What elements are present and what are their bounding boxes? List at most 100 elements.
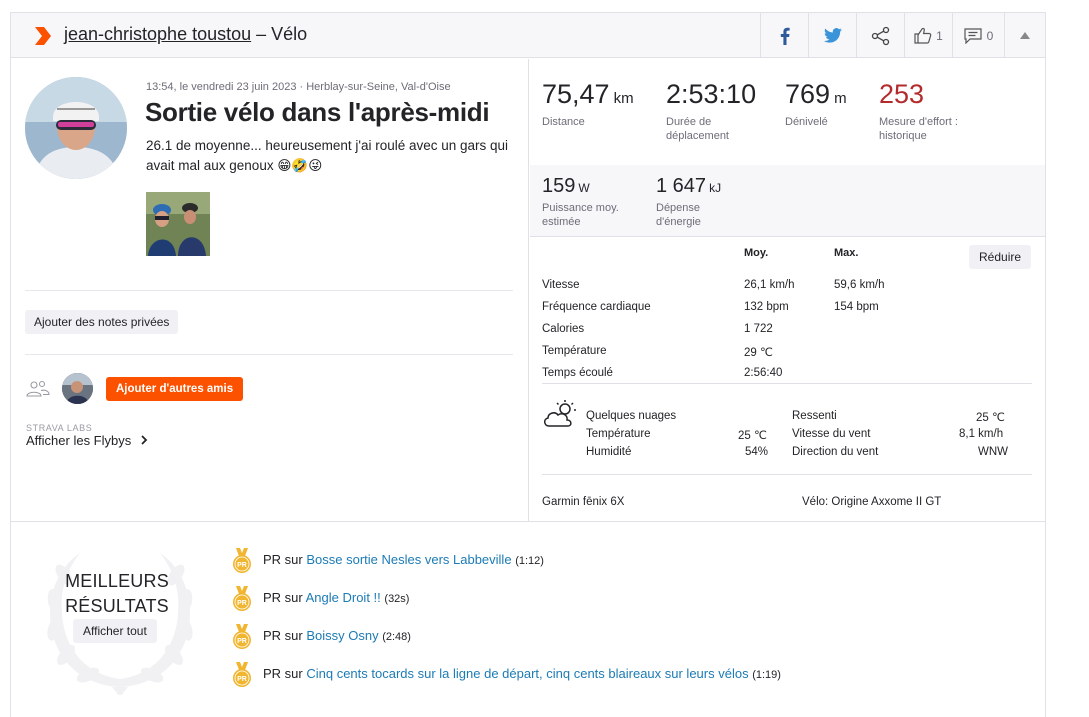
partly-cloudy-icon [544,400,576,427]
facebook-icon [780,27,790,45]
detail-avg: 132 bpm [744,301,789,313]
distance-value: 75,47 [542,79,610,109]
divider [542,383,1032,384]
pr-prefix: PR sur [263,628,307,643]
best-efforts-title: MEILLEURS RÉSULTATS [51,569,183,619]
divider [530,236,1045,237]
detail-row-elapsed-time: Temps écoulé 2:56:40 [542,367,1022,381]
weather-temp-label: Température [586,428,651,440]
flyby-link[interactable]: Afficher les Flybys [26,433,148,448]
weather-wind-speed-label: Vitesse du vent [792,428,871,440]
facebook-share-button[interactable] [760,13,808,58]
pr-time: (2:48) [382,631,411,643]
stat-elevation: 769 m Dénivelé [785,79,847,129]
stat-relative-effort[interactable]: 253 Mesure d'effort : historique [879,79,959,143]
weather-feels-label: Ressenti [792,410,837,422]
athlete-avatar[interactable] [25,77,127,179]
show-all-button[interactable]: Afficher tout [73,619,157,643]
activity-summary: 13:54, le vendredi 23 juin 2023 · Herbla… [11,59,529,521]
effort-label: Mesure d'effort : historique [879,116,958,142]
friend-avatar[interactable] [62,373,93,404]
comments-button[interactable]: 0 [952,13,1004,58]
detail-avg: 26,1 km/h [744,279,795,291]
pr-medal-icon: PR [233,662,251,687]
twitter-icon [823,28,842,43]
chevron-right-icon [141,435,148,445]
svg-text:PR: PR [237,562,247,569]
pr-medal-icon: PR [233,586,251,611]
detail-avg: 1 722 [744,323,773,335]
reduce-button[interactable]: Réduire [969,245,1032,269]
elevation-unit: m [834,90,847,107]
activity-header: jean-christophe toustou – Vélo 1 0 [11,13,1045,58]
activity-stats: 75,47 km Distance 2:53:10 Durée de déplac… [530,59,1045,521]
device-name: Garmin fēnix 6X [542,496,625,508]
activity-description: 26.1 de moyenne... heureusement j'ai rou… [146,138,509,173]
athlete-photo [25,77,127,179]
sport-type: Vélo [271,24,308,44]
weather-humidity-label: Humidité [586,446,632,458]
pr-segment-link[interactable]: Bosse sortie Nesles vers Labbeville [306,552,511,567]
kudos-button[interactable]: 1 [904,13,952,58]
energy-label: Dépense d'énergie [656,202,701,228]
divider [25,290,513,291]
header-separator: – [251,24,272,44]
activity-card: jean-christophe toustou – Vélo 1 0 13:54… [10,12,1046,717]
detail-label: Vitesse [542,279,580,291]
pr-prefix: PR sur [263,590,306,605]
effort-value: 253 [879,79,925,109]
comments-count: 0 [986,28,994,43]
detail-max: 154 bpm [834,301,879,313]
pr-segment-link[interactable]: Cinq cents tocards sur la ligne de dépar… [306,666,748,681]
power-unit: W [578,181,590,195]
stat-moving-time: 2:53:10 Durée de déplacement [666,79,766,143]
energy-unit: kJ [709,181,722,195]
share-button[interactable] [856,13,904,58]
pr-medal-icon: PR [233,624,251,649]
pr-medal-icon: PR [233,548,251,573]
kudos-count: 1 [936,28,943,43]
detail-row-calories: Calories 1 722 [542,323,1022,337]
detail-row-speed: Vitesse 26,1 km/h 59,6 km/h [542,279,1022,293]
detail-row-temperature: Température 29 ℃ [542,345,1022,359]
detail-label: Calories [542,323,585,335]
add-friends-button[interactable]: Ajouter d'autres amis [106,377,244,401]
detail-max: 59,6 km/h [834,279,885,291]
stat-power: 159 W Puissance moy. estimée [542,175,642,229]
pr-time: (32s) [384,593,410,605]
add-private-notes-button[interactable]: Ajouter des notes privées [25,310,179,334]
distance-label: Distance [542,116,585,128]
detail-label: Fréquence cardiaque [542,301,651,313]
detail-label: Température [542,345,607,357]
power-label: Puissance moy. estimée [542,202,619,228]
svg-text:PR: PR [237,676,247,683]
detail-avg: 29 ℃ [744,347,773,359]
thumbs-up-icon [914,27,932,44]
best-efforts-title-line2: RÉSULTATS [65,596,169,616]
weather-condition: Quelques nuages [586,410,677,422]
activity-photo[interactable] [146,192,210,256]
athlete-name-link[interactable]: jean-christophe toustou [64,24,251,44]
weather-temp-value: 25 ℃ [738,430,767,442]
flyby-label: Afficher les Flybys [26,433,132,448]
pr-prefix: PR sur [263,666,307,681]
pr-segment-link[interactable]: Boissy Osny [306,628,378,643]
weather-wind-dir-value: WNW [978,446,1009,458]
moving-time-value: 2:53:10 [666,79,757,109]
detail-row-heart-rate: Fréquence cardiaque 132 bpm 154 bpm [542,301,1022,315]
pr-segment-link[interactable]: Angle Droit !! [306,590,381,605]
best-efforts-title-line1: MEILLEURS [65,571,169,591]
weather-wind-speed-value: 8,1 km/h [959,428,1004,440]
header-title: jean-christophe toustou – Vélo [64,24,307,45]
distance-unit: km [613,90,634,107]
divider [542,474,1032,475]
avg-column-header: Moy. [744,247,769,259]
share-icon [871,26,889,45]
bike-name[interactable]: Vélo: Origine Axxome II GT [802,496,941,508]
twitter-share-button[interactable] [808,13,856,58]
collapse-button[interactable] [1004,13,1045,58]
moving-time-label: Durée de déplacement [666,116,729,142]
friend-photo [62,373,93,404]
stat-energy: 1 647 kJ Dépense d'énergie [656,175,736,229]
elevation-label: Dénivelé [785,116,828,128]
